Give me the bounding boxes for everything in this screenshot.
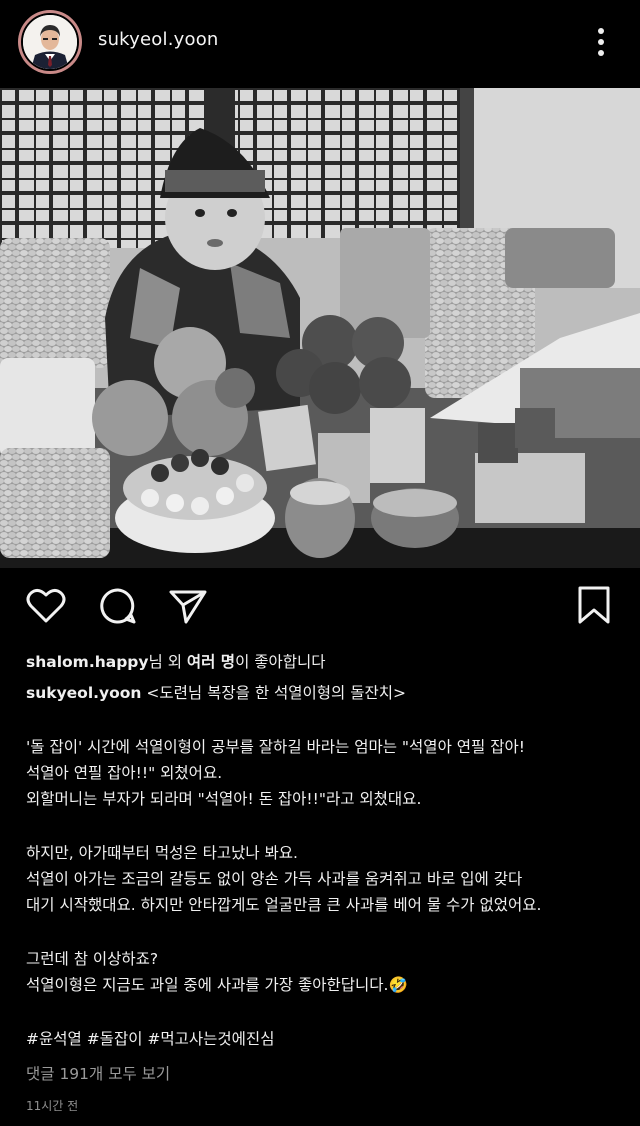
bookmark-icon[interactable]	[572, 584, 616, 628]
caption-line-1: '돌 잡이' 시간에 석열이형이 공부를 잘하길 바라는 엄마는 "석열아 연필…	[26, 738, 525, 756]
hashtags[interactable]: #윤석열 #돌잡이 #먹고사는것에진심	[26, 1027, 274, 1052]
heart-icon[interactable]	[24, 584, 68, 628]
baby-first-birthday-photo	[0, 88, 640, 568]
caption-line-8: 석열이형은 지금도 과일 중에 사과를 가장 좋아한답니다.	[26, 976, 389, 994]
liker-username[interactable]: shalom.happy	[26, 653, 149, 671]
likes-tail: 이 좋아합니다	[235, 653, 326, 671]
likes-line: shalom.happy님 외 여러 명이 좋아합니다	[26, 650, 326, 675]
caption-line-3: 외할머니는 부자가 되라며 "석열아! 돈 잡아!!"라고 외쳤대요.	[26, 790, 422, 808]
caption-line-2: 석열아 연필 잡아!!" 외쳤어요.	[26, 764, 223, 782]
caption-line-8-wrap: 석열이형은 지금도 과일 중에 사과를 가장 좋아한답니다.🤣	[26, 973, 408, 998]
laughing-emoji-icon: 🤣	[388, 976, 408, 994]
view-all-comments-link[interactable]: 댓글 191개 모두 보기	[26, 1062, 170, 1087]
more-vertical-icon[interactable]	[596, 26, 606, 58]
post-actions	[0, 584, 640, 632]
caption-title: <도련님 복장을 한 석열이형의 돌잔치>	[141, 684, 406, 702]
caption-line-7: 그런데 참 이상하죠?	[26, 950, 159, 968]
profile-photo-icon	[21, 13, 79, 71]
caption-title-line: sukyeol.yoon <도련님 복장을 한 석열이형의 돌잔치>	[26, 681, 406, 706]
caption-line-5: 석열이 아가는 조금의 갈등도 없이 양손 가득 사과를 움켜쥐고 바로 입에 …	[26, 870, 523, 888]
likes-mid: 님 외	[148, 653, 187, 671]
caption-line-4: 하지만, 아가때부터 먹성은 타고났나 봐요.	[26, 844, 298, 862]
post-timestamp: 11시간 전	[26, 1099, 79, 1113]
post-photo[interactable]	[0, 88, 640, 568]
post-header: sukyeol.yoon	[0, 0, 640, 86]
send-icon[interactable]	[166, 584, 210, 628]
caption-line-6: 대기 시작했대요. 하지만 안타깝게도 얼굴만큼 큰 사과를 베어 물 수가 없…	[26, 896, 542, 914]
header-username[interactable]: sukyeol.yoon	[98, 29, 219, 50]
likes-others[interactable]: 여러 명	[187, 653, 235, 671]
avatar[interactable]	[18, 10, 82, 74]
comment-icon[interactable]	[96, 584, 140, 628]
caption-username[interactable]: sukyeol.yoon	[26, 684, 141, 702]
